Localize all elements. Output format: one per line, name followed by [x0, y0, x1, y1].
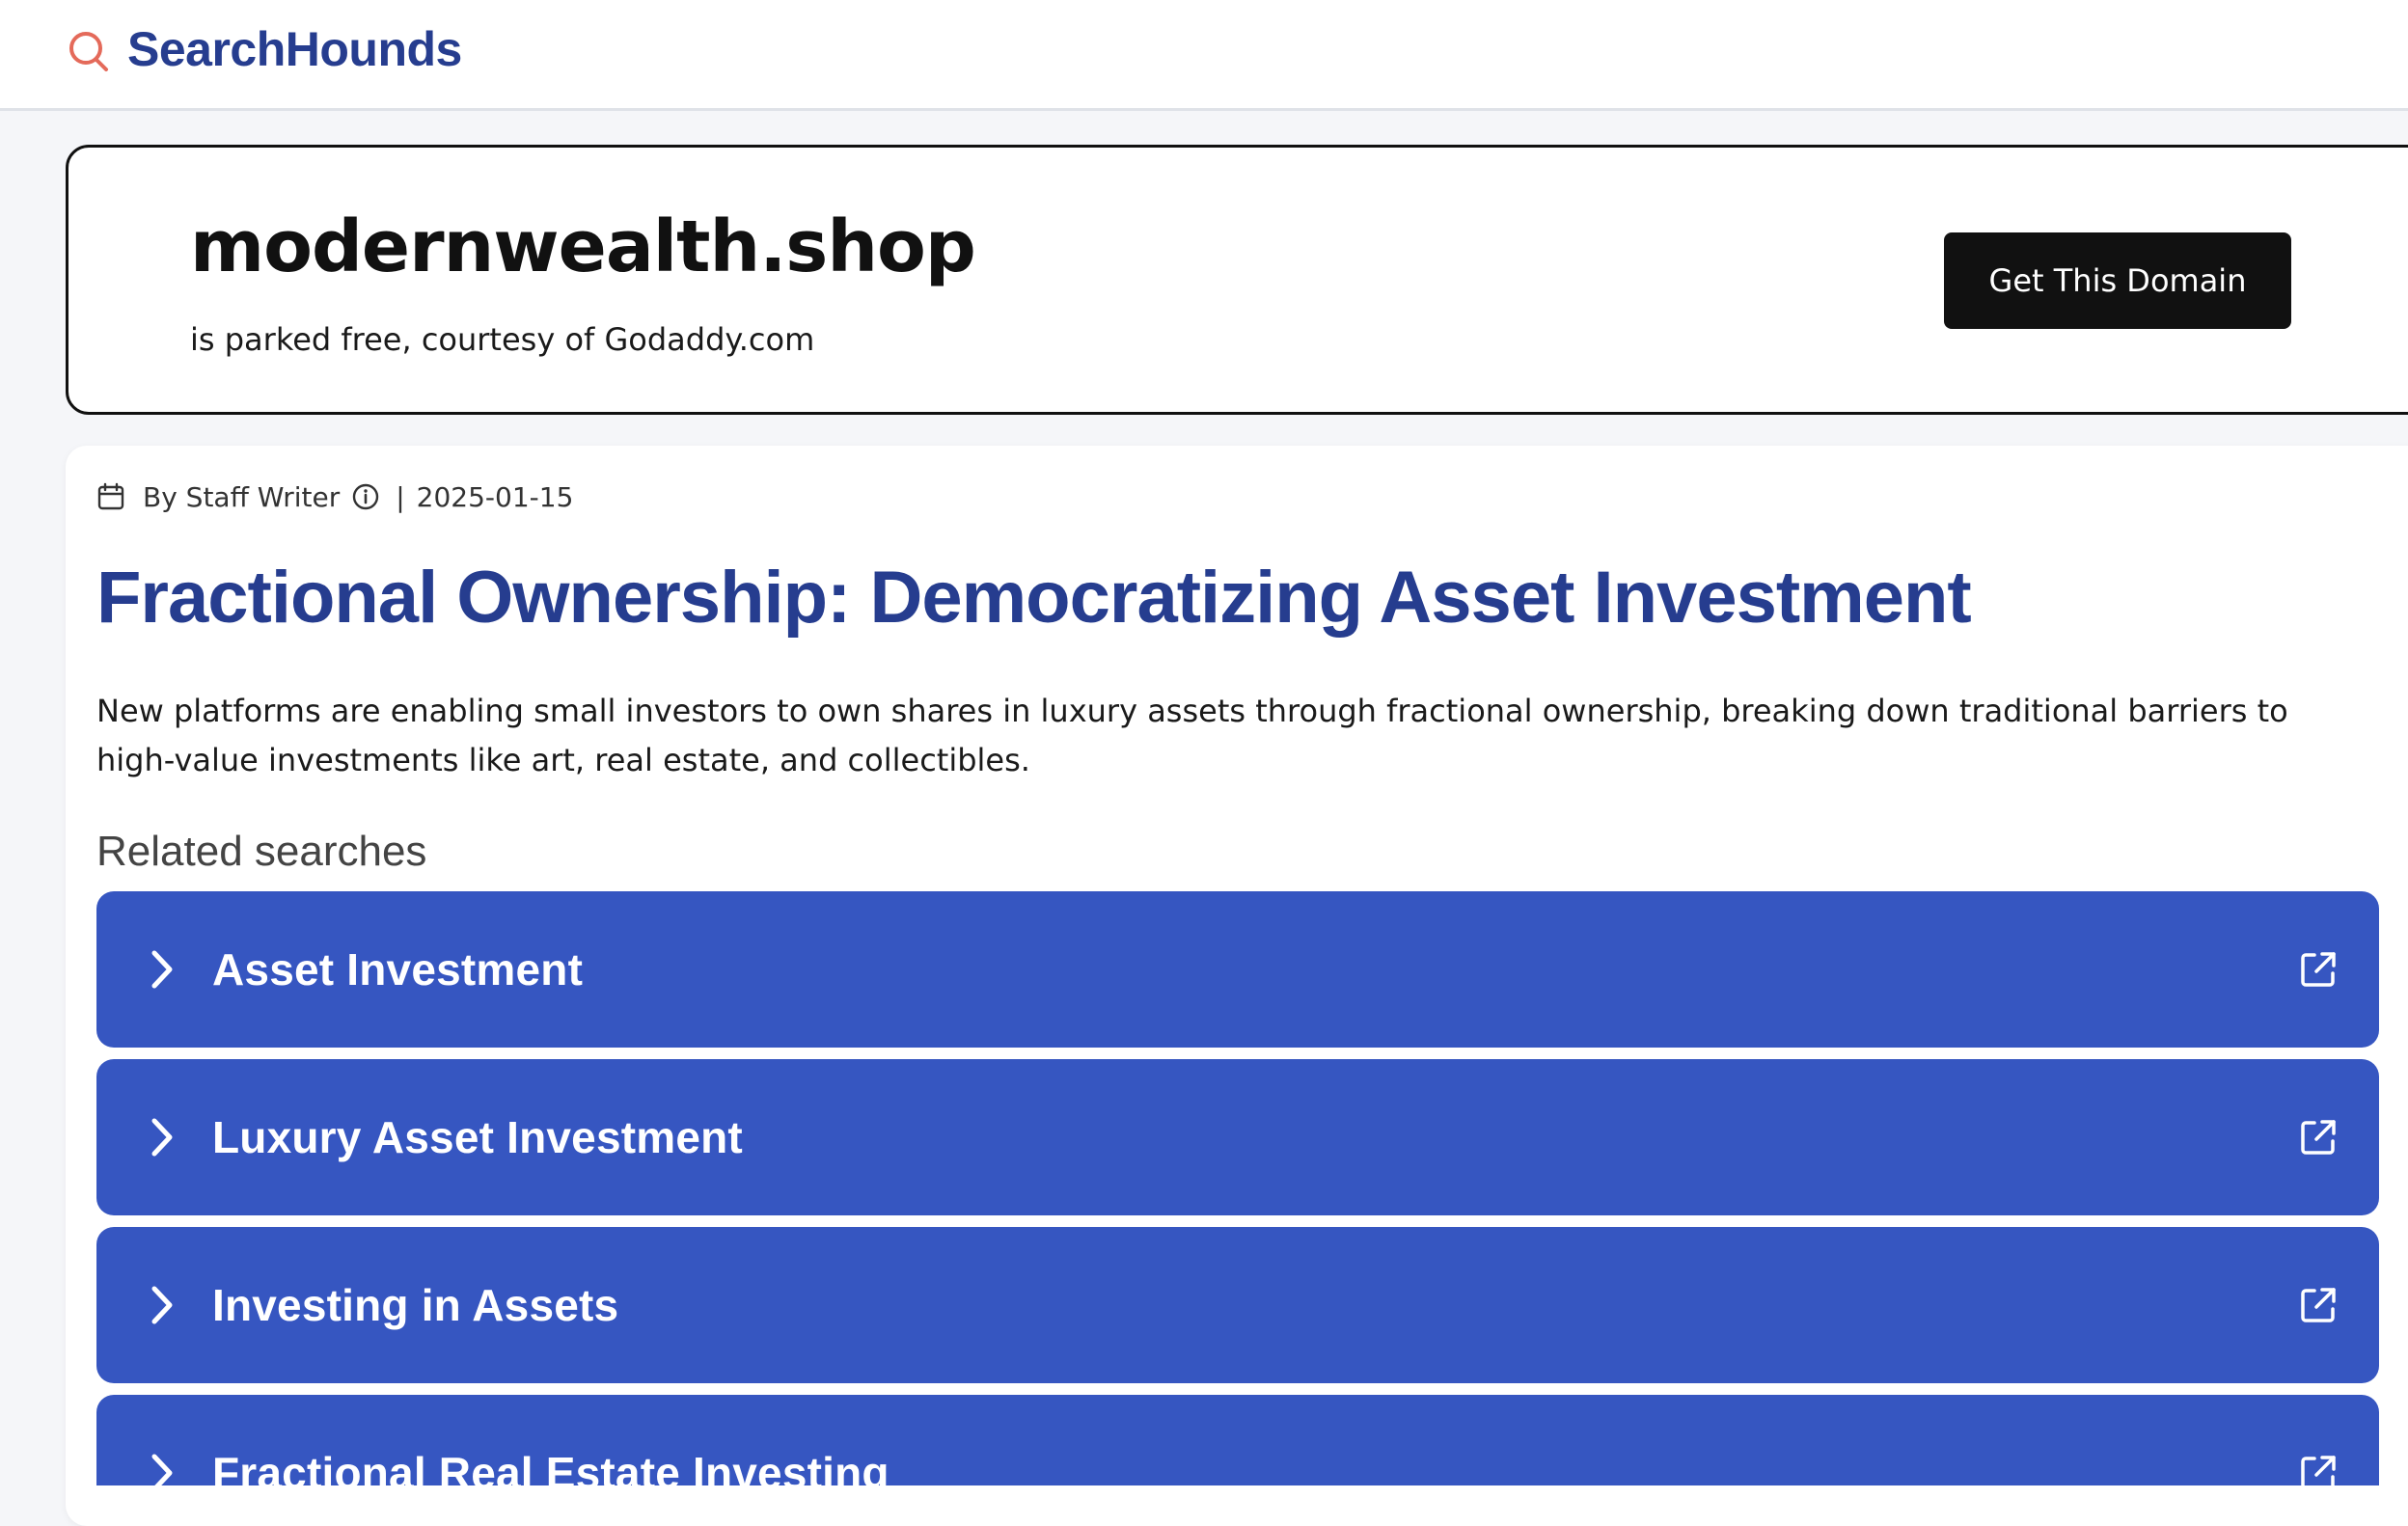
related-search-item[interactable]: Investing in Assets	[96, 1227, 2379, 1383]
external-link-icon	[2301, 1288, 2336, 1322]
chevron-right-icon	[151, 1286, 173, 1324]
external-link-icon	[2301, 1456, 2336, 1490]
search-icon[interactable]	[68, 29, 110, 73]
related-search-item[interactable]: Luxury Asset Investment	[96, 1059, 2379, 1215]
domain-parking-banner: modernwealth.shop is parked free, courte…	[66, 145, 2408, 415]
article-meta: By Staff Writer | 2025-01-15	[96, 480, 573, 513]
related-search-label: Asset Investment	[212, 944, 584, 995]
article-title: Fractional Ownership: Democratizing Asse…	[96, 557, 1972, 639]
article-summary: New platforms are enabling small investo…	[96, 693, 2288, 778]
chevron-right-icon	[151, 1454, 173, 1492]
related-search-label: Luxury Asset Investment	[212, 1112, 743, 1162]
external-link-icon	[2301, 952, 2336, 987]
chevron-right-icon	[151, 950, 173, 989]
related-searches-heading: Related searches	[96, 828, 427, 875]
related-search-item[interactable]: Asset Investment	[96, 891, 2379, 1048]
get-this-domain-button[interactable]: Get This Domain	[1944, 232, 2291, 329]
chevron-right-icon	[151, 1118, 173, 1157]
article-date: 2025-01-15	[416, 480, 574, 513]
related-search-label: Investing in Assets	[212, 1280, 619, 1330]
related-search-label: Fractional Real Estate Investing	[212, 1448, 889, 1498]
calendar-icon	[97, 482, 124, 510]
domain-parked-notice: is parked free, courtesy of Godaddy.com	[190, 321, 815, 358]
top-navigation-bar: SearchHounds	[0, 0, 2408, 111]
meta-separator: |	[396, 480, 405, 513]
external-link-icon	[2301, 1120, 2336, 1155]
related-search-item[interactable]: Fractional Real Estate Investing	[96, 1395, 2379, 1498]
article-author: By Staff Writer	[143, 480, 341, 513]
domain-name: modernwealth.shop	[190, 205, 976, 288]
site-logo-text[interactable]: SearchHounds	[127, 21, 462, 77]
info-icon[interactable]	[351, 482, 380, 511]
